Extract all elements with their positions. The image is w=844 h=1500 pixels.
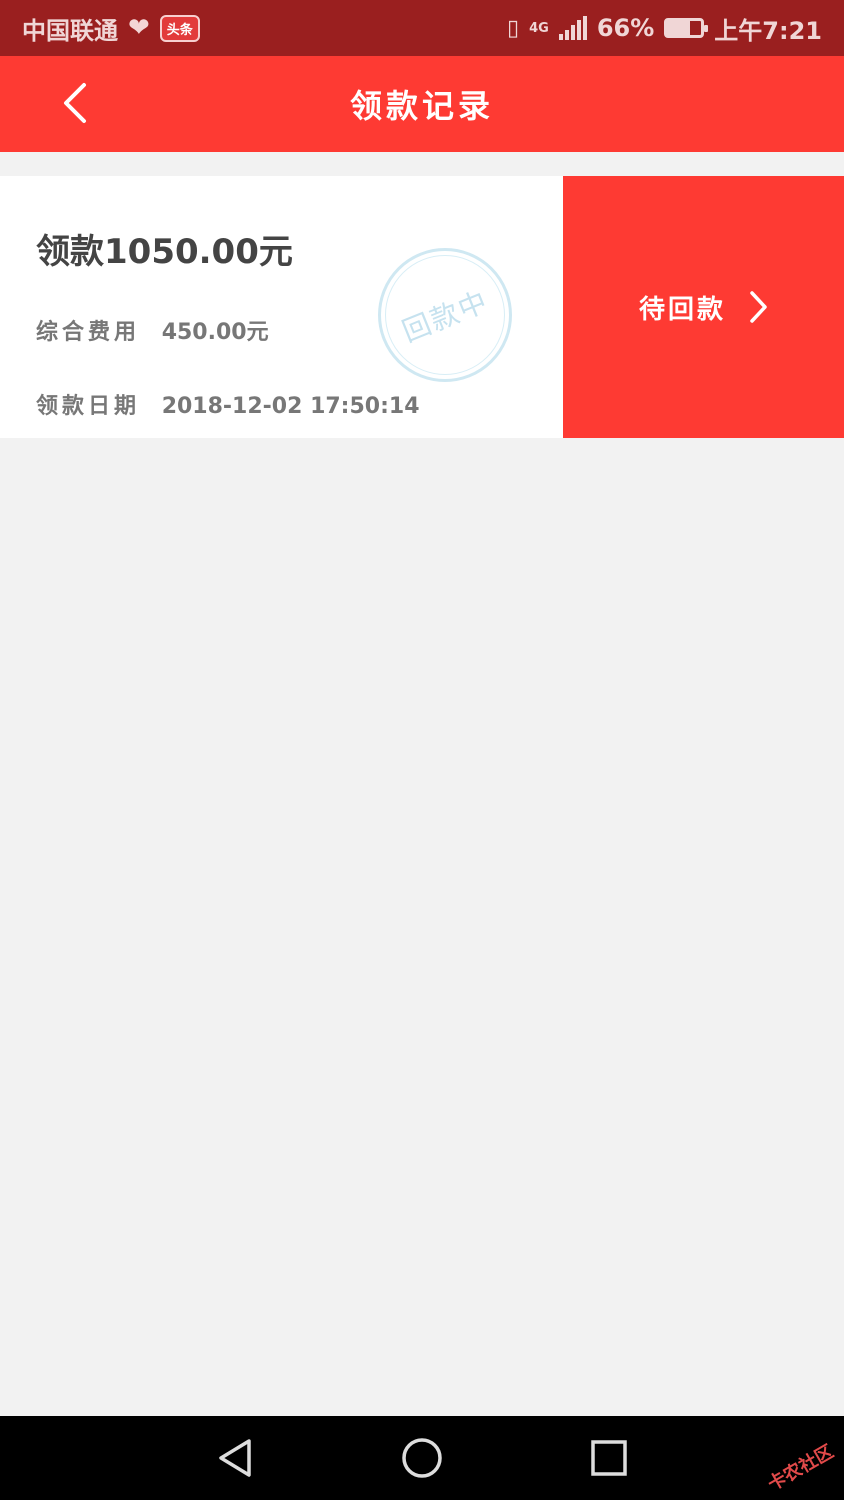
date-row: 领款日期 2018-12-02 17:50:14 — [36, 388, 420, 420]
watermark: 卡农社区 — [764, 1441, 838, 1496]
fee-label: 综合费用 — [36, 320, 141, 345]
system-nav-bar: 卡农社区 — [0, 1416, 844, 1500]
nav-home-button[interactable] — [400, 1436, 444, 1480]
date-value: 2018-12-02 17:50:14 — [161, 394, 420, 419]
pending-repayment-button[interactable]: 待回款 — [563, 176, 844, 438]
square-recent-icon — [591, 1440, 627, 1476]
record-card[interactable]: 领款1050.00元 综合费用 450.00元 领款日期 2018-12-02 … — [0, 176, 844, 438]
back-button[interactable] — [50, 78, 100, 128]
nav-recent-button[interactable] — [587, 1436, 631, 1480]
triangle-back-icon — [219, 1439, 251, 1477]
fee-value: 450.00元 — [161, 320, 269, 345]
pending-repayment-label: 待回款 — [638, 294, 726, 325]
chevron-left-icon — [64, 83, 86, 123]
date-label: 领款日期 — [36, 394, 141, 419]
nav-back-button[interactable] — [213, 1436, 257, 1480]
status-stamp: 回款中 — [378, 248, 512, 382]
battery-fill — [667, 21, 690, 35]
status-bar-right: ▯ 4G 66% 上午7:21 — [507, 11, 822, 46]
status-bar: 中国联通 ❤ 头条 ▯ 4G 66% 上午7:21 — [0, 0, 844, 56]
battery-percent: 66% — [596, 14, 655, 42]
signal-icon — [558, 16, 587, 40]
vibrate-icon: ▯ — [507, 15, 520, 41]
record-amount: 领款1050.00元 — [36, 232, 293, 272]
network-type: 4G — [529, 20, 549, 36]
carrier-name: 中国联通 — [22, 16, 118, 45]
toutiao-badge: 头条 — [159, 14, 200, 42]
clock: 上午7:21 — [714, 16, 822, 45]
status-stamp-inner: 回款中 — [385, 255, 505, 375]
status-bar-left: 中国联通 ❤ 头条 — [22, 11, 200, 46]
page-title: 领款记录 — [349, 87, 494, 125]
stamp-text: 回款中 — [397, 284, 494, 349]
chevron-right-icon — [750, 291, 767, 323]
battery-icon — [664, 18, 709, 38]
circle-home-icon — [402, 1438, 442, 1478]
health-heart-icon: ❤ — [128, 13, 150, 43]
fee-row: 综合费用 450.00元 — [36, 314, 269, 346]
app-header: 领款记录 — [0, 56, 844, 152]
